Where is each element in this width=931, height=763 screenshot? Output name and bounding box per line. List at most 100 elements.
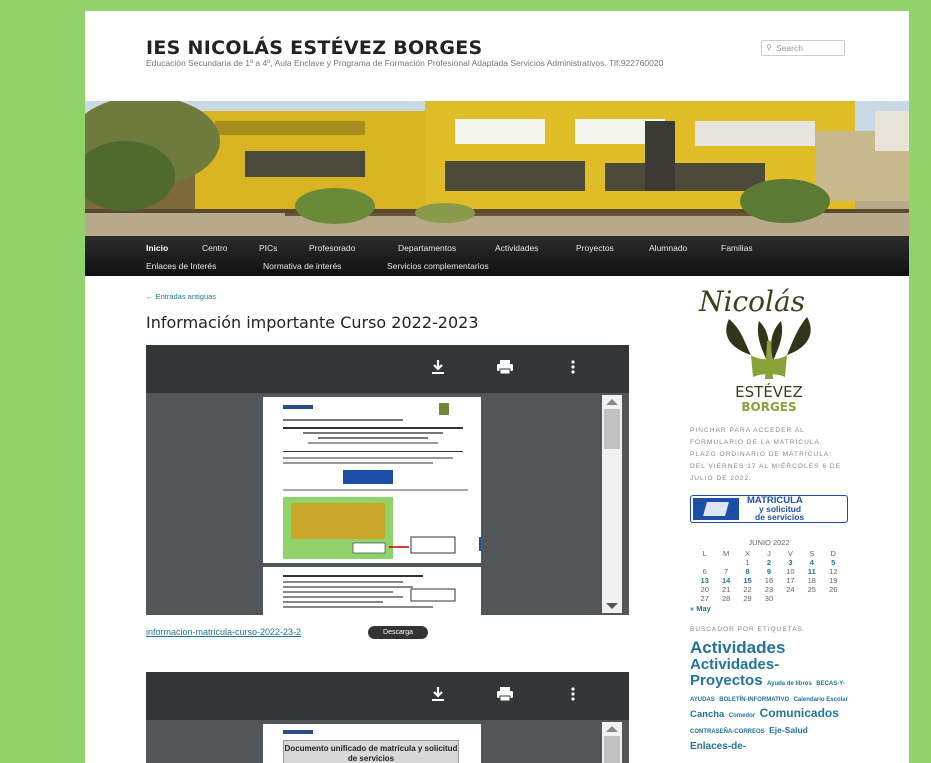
- calendar-day[interactable]: 2: [758, 558, 779, 567]
- scroll-thumb[interactable]: [604, 409, 620, 449]
- matricula-notice: PINCHAR PARA ACCEDER AL FORMULARIO DE LA…: [690, 427, 841, 482]
- calendar-day: 25: [807, 585, 816, 594]
- calendar-day[interactable]: 15: [737, 576, 758, 585]
- matricula-button-line3: de servicios: [755, 512, 805, 522]
- search-placeholder: Search: [776, 43, 803, 53]
- older-entries-link[interactable]: ← Entradas antiguas: [146, 292, 216, 301]
- calendar-day: 27: [700, 594, 709, 603]
- calendar-weekday: J: [767, 549, 771, 558]
- calendar-day: 20: [700, 585, 709, 594]
- calendar-day[interactable]: 11: [801, 567, 822, 576]
- calendar-day[interactable]: 14: [715, 576, 736, 585]
- calendar-day: [823, 594, 844, 603]
- calendar-day: 22: [743, 585, 752, 594]
- nav-item-familias[interactable]: Familias: [721, 243, 753, 253]
- calendar-week: 20 21 22 23 24 25 26: [694, 585, 844, 594]
- nav-item-departamentos[interactable]: Departamentos: [398, 243, 456, 253]
- calendar-day[interactable]: 13: [694, 576, 715, 585]
- pdf-page-1: Documento unificado de matrícula y solic…: [263, 724, 481, 763]
- form-icon-sheet: [703, 502, 729, 516]
- more-options-icon[interactable]: [570, 686, 576, 707]
- calendar-day: [780, 594, 801, 603]
- post-title[interactable]: Información importante Curso 2022-2023: [146, 313, 479, 332]
- calendar-day: 16: [764, 576, 774, 585]
- calendar-day: 7: [724, 567, 729, 576]
- tag-link[interactable]: Calendario Escolar: [794, 697, 848, 703]
- calendar-day: 10: [786, 567, 795, 576]
- scroll-up-icon[interactable]: [606, 399, 618, 405]
- tag-link[interactable]: Actividades-Proyectos: [690, 656, 779, 689]
- search-icon: ⚲: [766, 43, 772, 52]
- matricula-button[interactable]: MATRÍCULA y solicitud de servicios: [690, 495, 848, 523]
- calendar-week: 13 14 15 16 17 18 19: [694, 576, 844, 585]
- nav-item-alumnado[interactable]: Alumnado: [649, 243, 687, 253]
- calendar-day[interactable]: 3: [780, 558, 801, 567]
- print-icon[interactable]: [496, 359, 514, 380]
- download-button[interactable]: Descarga: [368, 626, 428, 639]
- calendar-day[interactable]: 8: [737, 567, 758, 576]
- pdf-viewer[interactable]: [146, 345, 629, 615]
- calendar-table: LMXJVSD 1 2 3 4 5 6 7 8 9 10 11 12 13 14 15 16 17 18 19 20 2…: [694, 549, 844, 603]
- nav-item-inicio[interactable]: Inicio: [146, 243, 168, 253]
- pdf-scrollbar[interactable]: [602, 395, 622, 613]
- calendar-week: 27 28 29 30: [694, 594, 844, 603]
- scroll-down-icon[interactable]: [606, 603, 618, 609]
- nav-item-actividades[interactable]: Actividades: [495, 243, 538, 253]
- calendar-day: 24: [786, 585, 795, 594]
- nav-item-normativa[interactable]: Normativa de interés: [263, 261, 341, 271]
- pdf-doc-heading: Documento unificado de matrícula y solic…: [283, 740, 459, 763]
- pdf-toolbar: [146, 345, 629, 393]
- more-options-icon[interactable]: [570, 359, 576, 380]
- calendar-weekday: M: [723, 549, 730, 558]
- tag-link[interactable]: Actividades: [690, 638, 785, 657]
- nav-item-centro[interactable]: Centro: [202, 243, 228, 253]
- site-description: Educación Secundaria de 1º a 4º, Aula En…: [146, 58, 664, 68]
- header-image: [85, 101, 909, 236]
- tag-link[interactable]: CONTRASEÑA-CORREOS: [690, 729, 765, 735]
- calendar-day[interactable]: 9: [758, 567, 779, 576]
- calendar-day: 17: [786, 576, 795, 585]
- calendar-day: 28: [721, 594, 731, 603]
- print-icon[interactable]: [496, 686, 514, 707]
- logo-line1: ESTÉVEZ: [735, 382, 803, 401]
- scroll-thumb[interactable]: [604, 736, 620, 763]
- calendar-weekday: X: [745, 549, 751, 558]
- tag-link[interactable]: BOLETÍN-INFORMATIVO: [719, 697, 789, 703]
- nav-item-enlaces[interactable]: Enlaces de Interés: [146, 261, 216, 271]
- nav-item-proyectos[interactable]: Proyectos: [576, 243, 614, 253]
- calendar-day: 18: [807, 576, 816, 585]
- tag-link[interactable]: Comunicados: [760, 706, 839, 720]
- calendar-day: 26: [829, 585, 838, 594]
- calendar-day[interactable]: 5: [823, 558, 844, 567]
- tag-link[interactable]: Ayuda de libros: [767, 681, 812, 687]
- school-logo[interactable]: Nicolás ESTÉVEZ BORGES: [689, 281, 849, 414]
- nav-item-pics[interactable]: PICs: [259, 243, 277, 253]
- download-icon[interactable]: [430, 359, 446, 380]
- tag-link[interactable]: Comedor: [729, 713, 755, 719]
- scroll-up-icon[interactable]: [606, 726, 618, 732]
- calendar-day: 30: [764, 594, 774, 603]
- calendar-day: [694, 558, 715, 567]
- logo-script-text: Nicolás: [698, 285, 805, 318]
- pdf-scrollbar-2[interactable]: [602, 722, 622, 763]
- pdf-viewer-2[interactable]: Documento unificado de matrícula y solic…: [146, 672, 629, 763]
- form-icon: [693, 498, 739, 520]
- file-download-link[interactable]: informacion-matricula-curso-2022-23-2: [146, 627, 301, 637]
- nav-item-profesorado[interactable]: Profesorado: [309, 243, 355, 253]
- pdf-logo-mark: [283, 730, 313, 734]
- tag-link[interactable]: Cancha: [690, 709, 724, 720]
- calendar-day: 6: [702, 567, 707, 576]
- calendar-day: 23: [764, 585, 774, 594]
- tag-link[interactable]: Enlaces-de-: [690, 741, 746, 752]
- calendar-day: 29: [743, 594, 752, 603]
- nav-item-servicios[interactable]: Servicios complementarios: [387, 261, 489, 271]
- calendar-day[interactable]: 4: [801, 558, 822, 567]
- search-input[interactable]: ⚲ Search: [761, 40, 845, 56]
- download-icon[interactable]: [430, 686, 446, 707]
- calendar-prev-link[interactable]: « May: [690, 604, 848, 613]
- pdf-page-2: [263, 567, 481, 615]
- site-title[interactable]: IES NICOLÁS ESTÉVEZ BORGES: [146, 37, 483, 59]
- tag-link[interactable]: Eje-Salud: [769, 725, 808, 735]
- tag-cloud: Actividades Actividades-Proyectos Ayuda …: [690, 639, 848, 753]
- logo-line2: BORGES: [741, 400, 796, 413]
